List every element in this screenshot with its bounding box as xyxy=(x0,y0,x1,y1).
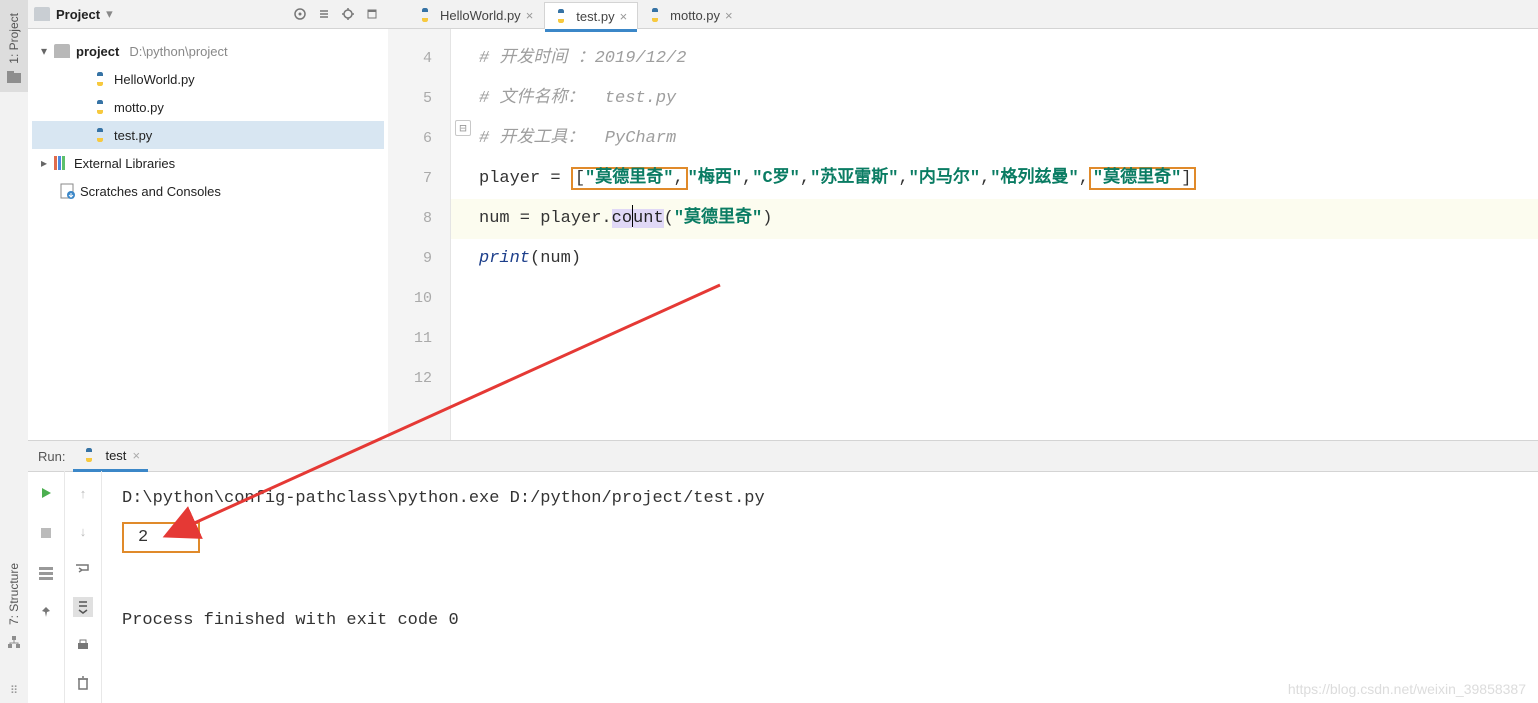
scratch-icon xyxy=(60,183,76,199)
tab-label: motto.py xyxy=(670,8,720,23)
line-number: 11 xyxy=(388,319,450,359)
editor-body[interactable]: 4 5 6 7 8 9 10 11 12 ⊟ # 开发时间 ：2019/12/2… xyxy=(388,29,1538,440)
console-command: D:\python\config-pathclass\python.exe D:… xyxy=(122,489,1518,508)
python-file-icon xyxy=(553,8,569,24)
project-panel-header: Project ▾ xyxy=(28,0,388,29)
structure-icon xyxy=(7,635,21,649)
line-number: 6 xyxy=(388,119,450,159)
tree-file-helloworld[interactable]: HelloWorld.py xyxy=(32,65,384,93)
tree-scratches[interactable]: Scratches and Consoles xyxy=(32,177,384,205)
folder-icon xyxy=(34,7,50,21)
tree-label: motto.py xyxy=(114,100,164,115)
trash-icon[interactable] xyxy=(73,673,93,693)
line-number: 10 xyxy=(388,279,450,319)
run-tab-label: test xyxy=(105,448,126,463)
editor-tabs: HelloWorld.py × test.py × motto.py × xyxy=(388,0,1538,29)
run-label: Run: xyxy=(38,449,65,464)
caret-down-icon: ▾ xyxy=(38,44,50,58)
folder-icon xyxy=(6,69,22,85)
line-number: 5 xyxy=(388,79,450,119)
tree-external-libraries[interactable]: ▸ External Libraries xyxy=(32,149,384,177)
tool-project-tab[interactable]: 1: Project xyxy=(0,0,28,92)
highlight-box: ["莫德里奇", xyxy=(571,167,688,190)
tree-label: External Libraries xyxy=(74,156,175,171)
close-icon[interactable]: × xyxy=(132,448,140,463)
rerun-icon[interactable] xyxy=(36,483,56,503)
tree-label: project xyxy=(76,44,119,59)
project-tree: ▾ project D:\python\project HelloWorld.p… xyxy=(28,29,388,213)
line-number: 8 xyxy=(388,199,450,239)
close-icon[interactable]: × xyxy=(526,8,534,23)
code-comment: # 文件名称： test.py xyxy=(479,89,676,108)
run-toolbar-secondary: ↑ ↓ xyxy=(65,471,102,703)
highlight-box: "莫德里奇"] xyxy=(1089,167,1196,190)
line-number: 4 xyxy=(388,39,450,79)
tab-label: HelloWorld.py xyxy=(440,8,521,23)
project-panel: Project ▾ ▾ project D:\python\project He… xyxy=(28,0,389,440)
tab-helloworld[interactable]: HelloWorld.py × xyxy=(408,1,544,28)
run-panel: Run: test × ↑ ↓ D:\python\config-pathcla… xyxy=(28,440,1538,703)
code-comment: # 开发工具： PyCharm xyxy=(479,129,676,148)
code-line-9: print(num) xyxy=(451,239,1538,279)
python-file-icon xyxy=(92,71,108,87)
tree-path: D:\python\project xyxy=(129,44,227,59)
run-toolbar-primary xyxy=(28,471,65,703)
python-file-icon xyxy=(92,127,108,143)
hide-panel-icon[interactable] xyxy=(362,4,382,24)
up-icon[interactable]: ↑ xyxy=(73,483,93,503)
python-file-icon xyxy=(417,7,433,23)
python-file-icon xyxy=(81,447,97,463)
console-exit-message: Process finished with exit code 0 xyxy=(122,611,1518,630)
pin-icon[interactable] xyxy=(36,603,56,623)
tab-label: test.py xyxy=(576,9,614,24)
layout-icon[interactable] xyxy=(36,563,56,583)
code-comment: # 开发时间 ：2019/12/2 xyxy=(479,49,686,68)
line-number: 7 xyxy=(388,159,450,199)
run-tab-test[interactable]: test × xyxy=(73,441,148,472)
project-panel-title: Project xyxy=(56,7,100,22)
library-icon xyxy=(54,155,70,171)
folder-icon xyxy=(54,44,70,58)
code-line-8: num = player.count("莫德里奇") xyxy=(451,199,1538,239)
code-area[interactable]: ⊟ # 开发时间 ：2019/12/2 # 文件名称： test.py # 开发… xyxy=(451,29,1538,440)
run-panel-header: Run: test × xyxy=(28,441,1538,472)
tab-motto[interactable]: motto.py × xyxy=(638,1,743,28)
text-cursor xyxy=(632,205,633,227)
close-icon[interactable]: × xyxy=(725,8,733,23)
settings-icon[interactable] xyxy=(338,4,358,24)
print-icon[interactable] xyxy=(73,635,93,655)
collapse-all-icon[interactable] xyxy=(314,4,334,24)
stop-icon[interactable] xyxy=(36,523,56,543)
python-file-icon xyxy=(92,99,108,115)
tool-structure-tab[interactable]: 7: Structure xyxy=(0,543,28,663)
fold-icon[interactable]: ⊟ xyxy=(455,120,471,136)
console-result-highlighted: 2 xyxy=(122,522,200,553)
tree-file-motto[interactable]: motto.py xyxy=(32,93,384,121)
tab-test[interactable]: test.py × xyxy=(544,2,638,29)
selection: co xyxy=(612,209,632,228)
tool-strip-dots: ⠿ xyxy=(0,684,28,697)
line-number: 12 xyxy=(388,359,450,399)
line-number: 9 xyxy=(388,239,450,279)
tree-file-test[interactable]: test.py xyxy=(32,121,384,149)
editor-area: HelloWorld.py × test.py × motto.py × 4 5… xyxy=(388,0,1538,440)
down-icon[interactable]: ↓ xyxy=(73,521,93,541)
tree-label: test.py xyxy=(114,128,152,143)
selection: unt xyxy=(633,209,664,228)
tree-label: HelloWorld.py xyxy=(114,72,195,87)
editor-gutter: 4 5 6 7 8 9 10 11 12 xyxy=(388,29,451,440)
left-tool-strip: 1: Project 7: Structure ⠿ xyxy=(0,0,29,703)
watermark: https://blog.csdn.net/weixin_39858387 xyxy=(1288,681,1526,697)
tree-root-project[interactable]: ▾ project D:\python\project xyxy=(32,37,384,65)
scroll-from-source-icon[interactable] xyxy=(290,4,310,24)
python-file-icon xyxy=(647,7,663,23)
soft-wrap-icon[interactable] xyxy=(73,559,93,579)
tree-label: Scratches and Consoles xyxy=(80,184,221,199)
code-line-7: player = ["莫德里奇","梅西","C罗","苏亚雷斯","内马尔",… xyxy=(451,159,1538,199)
scroll-to-end-icon[interactable] xyxy=(73,597,93,617)
chevron-down-icon[interactable]: ▾ xyxy=(106,6,113,22)
close-icon[interactable]: × xyxy=(620,9,628,24)
caret-right-icon: ▸ xyxy=(38,156,50,170)
console-output[interactable]: D:\python\config-pathclass\python.exe D:… xyxy=(102,471,1538,703)
